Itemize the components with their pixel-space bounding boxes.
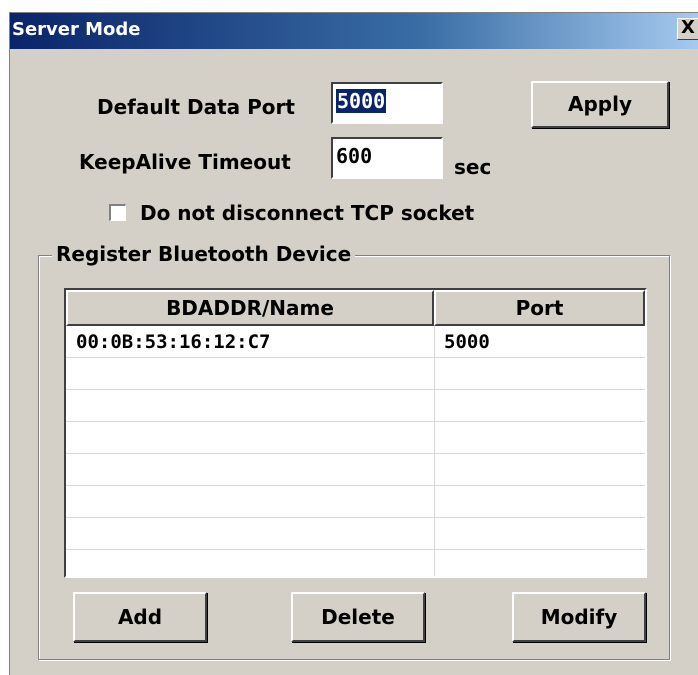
modify-button[interactable]: Modify (512, 592, 646, 642)
disconnect-tcp-checkbox[interactable] (109, 204, 126, 221)
keepalive-timeout-input[interactable]: 600 (331, 137, 443, 179)
device-list[interactable]: BDADDR/Name Port 00:0B:53:16:12:C7 5000 (64, 288, 647, 578)
add-button-label: Add (117, 605, 163, 629)
default-data-port-label: Default Data Port (97, 95, 295, 119)
row-bdaddr-cell: 00:0B:53:16:12:C7 (76, 331, 271, 353)
window-title: Server Mode (12, 19, 141, 40)
apply-button-label: Apply (567, 92, 632, 116)
title-bar[interactable]: Server Mode X (10, 13, 698, 49)
column-header-port-label: Port (515, 296, 564, 320)
row-port-cell: 5000 (444, 331, 490, 353)
close-icon: X (681, 17, 695, 38)
table-row-empty (66, 358, 645, 390)
column-header-bdaddr[interactable]: BDADDR/Name (66, 290, 434, 326)
column-header-bdaddr-label: BDADDR/Name (166, 296, 334, 320)
table-row-empty (66, 518, 645, 550)
table-row[interactable]: 00:0B:53:16:12:C7 5000 (66, 326, 645, 358)
apply-button[interactable]: Apply (531, 81, 669, 128)
delete-button-label: Delete (321, 605, 395, 629)
keepalive-timeout-value: 600 (336, 144, 373, 168)
keepalive-timeout-label: KeepAlive Timeout (79, 150, 291, 174)
default-data-port-input[interactable]: 5000 (331, 82, 443, 124)
default-data-port-value: 5000 (336, 89, 387, 113)
table-row-empty (66, 486, 645, 518)
table-row-empty (66, 454, 645, 486)
modify-button-label: Modify (540, 605, 618, 629)
close-button[interactable]: X (677, 18, 698, 40)
delete-button[interactable]: Delete (291, 592, 425, 642)
table-row-empty (66, 550, 645, 576)
device-list-header: BDADDR/Name Port (66, 290, 645, 326)
register-device-group-title: Register Bluetooth Device (52, 242, 356, 266)
keepalive-unit-label: sec (454, 155, 492, 179)
disconnect-tcp-label: Do not disconnect TCP socket (140, 201, 475, 225)
column-header-port[interactable]: Port (434, 290, 645, 326)
table-row-empty (66, 422, 645, 454)
add-button[interactable]: Add (73, 592, 207, 642)
table-row-empty (66, 390, 645, 422)
